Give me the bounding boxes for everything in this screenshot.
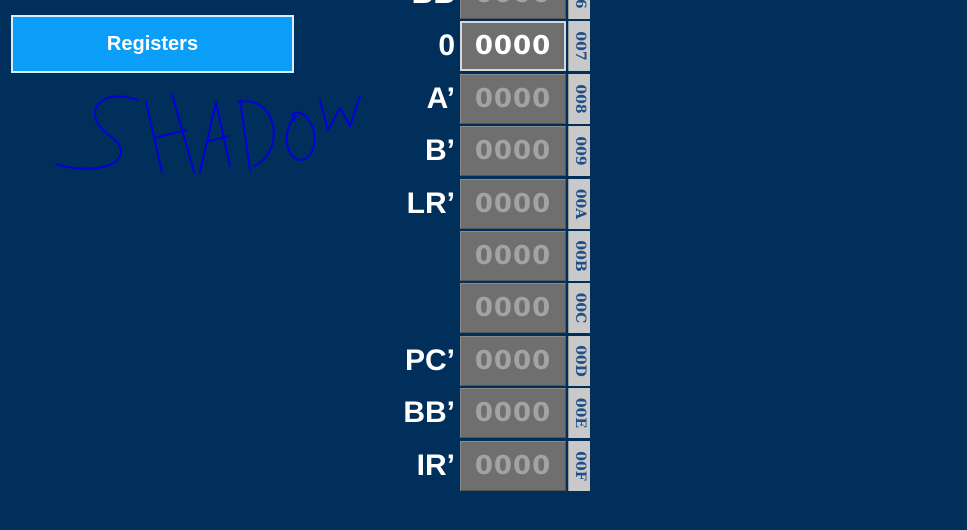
register-label: BB’ bbox=[403, 396, 455, 430]
register-value-cell[interactable]: 0000 bbox=[460, 440, 566, 491]
register-value-cell[interactable]: 0000 bbox=[460, 231, 566, 281]
register-address-tag: 009 bbox=[568, 126, 590, 177]
register-address-text: 009 bbox=[571, 136, 588, 166]
register-address-text: 00B bbox=[571, 240, 588, 272]
register-table: BB000000600000007A’0000008B’0000009LR’00… bbox=[0, 0, 967, 498]
register-row: 0000 00B bbox=[0, 230, 967, 282]
register-address-tag: 00B bbox=[568, 231, 590, 281]
register-value-cell[interactable]: 0000 bbox=[460, 21, 566, 72]
register-row: LR’ 0000 00A bbox=[0, 178, 967, 230]
register-address-tag: 006 bbox=[568, 0, 590, 19]
register-address-tag: 008 bbox=[568, 73, 590, 124]
register-address-text: 006 bbox=[572, 0, 588, 9]
register-label: 0 bbox=[438, 29, 455, 63]
register-address-text: 00E bbox=[571, 398, 588, 429]
register-row: B’ 0000 009 bbox=[0, 125, 967, 177]
register-value-cell[interactable]: 0000 bbox=[460, 388, 566, 439]
register-address-text: 007 bbox=[571, 31, 588, 62]
register-label: PC’ bbox=[404, 343, 455, 377]
register-address-text: 008 bbox=[571, 84, 588, 114]
register-label: A’ bbox=[426, 81, 455, 115]
register-address-text: 00F bbox=[571, 450, 588, 481]
register-label: B’ bbox=[425, 134, 455, 168]
register-address-text: 00C bbox=[571, 293, 588, 324]
register-row: 0 0000 007 bbox=[0, 20, 967, 72]
register-value-cell[interactable]: 0000 bbox=[460, 178, 566, 229]
register-address-tag: 00D bbox=[568, 335, 590, 386]
register-row: PC’ 0000 00D bbox=[0, 335, 967, 387]
register-value-cell[interactable]: 0000 bbox=[460, 126, 566, 177]
register-label: BB bbox=[412, 0, 455, 20]
register-value-cell[interactable]: 0000 bbox=[460, 73, 566, 124]
register-row: 0000 00C bbox=[0, 282, 967, 334]
register-row: A’ 0000 008 bbox=[0, 73, 967, 125]
register-row: BB’ 0000 00E bbox=[0, 387, 967, 439]
register-label: IR’ bbox=[416, 448, 455, 482]
register-address-tag: 00F bbox=[568, 440, 590, 491]
register-address-text: 00A bbox=[571, 188, 588, 219]
register-address-text: 00D bbox=[571, 344, 588, 377]
register-label: LR’ bbox=[406, 186, 455, 220]
register-value-cell[interactable]: 0000 bbox=[460, 335, 566, 386]
register-row: BB 0000 006 bbox=[0, 0, 967, 20]
register-address-tag: 007 bbox=[568, 21, 590, 72]
register-address-tag: 00C bbox=[568, 283, 590, 334]
register-value-cell[interactable]: 0000 bbox=[460, 283, 566, 334]
register-address-tag: 00A bbox=[568, 178, 590, 229]
register-value-cell[interactable]: 0000 bbox=[460, 0, 566, 19]
register-address-tag: 00E bbox=[568, 388, 590, 439]
register-row: IR’ 0000 00F bbox=[0, 440, 967, 492]
